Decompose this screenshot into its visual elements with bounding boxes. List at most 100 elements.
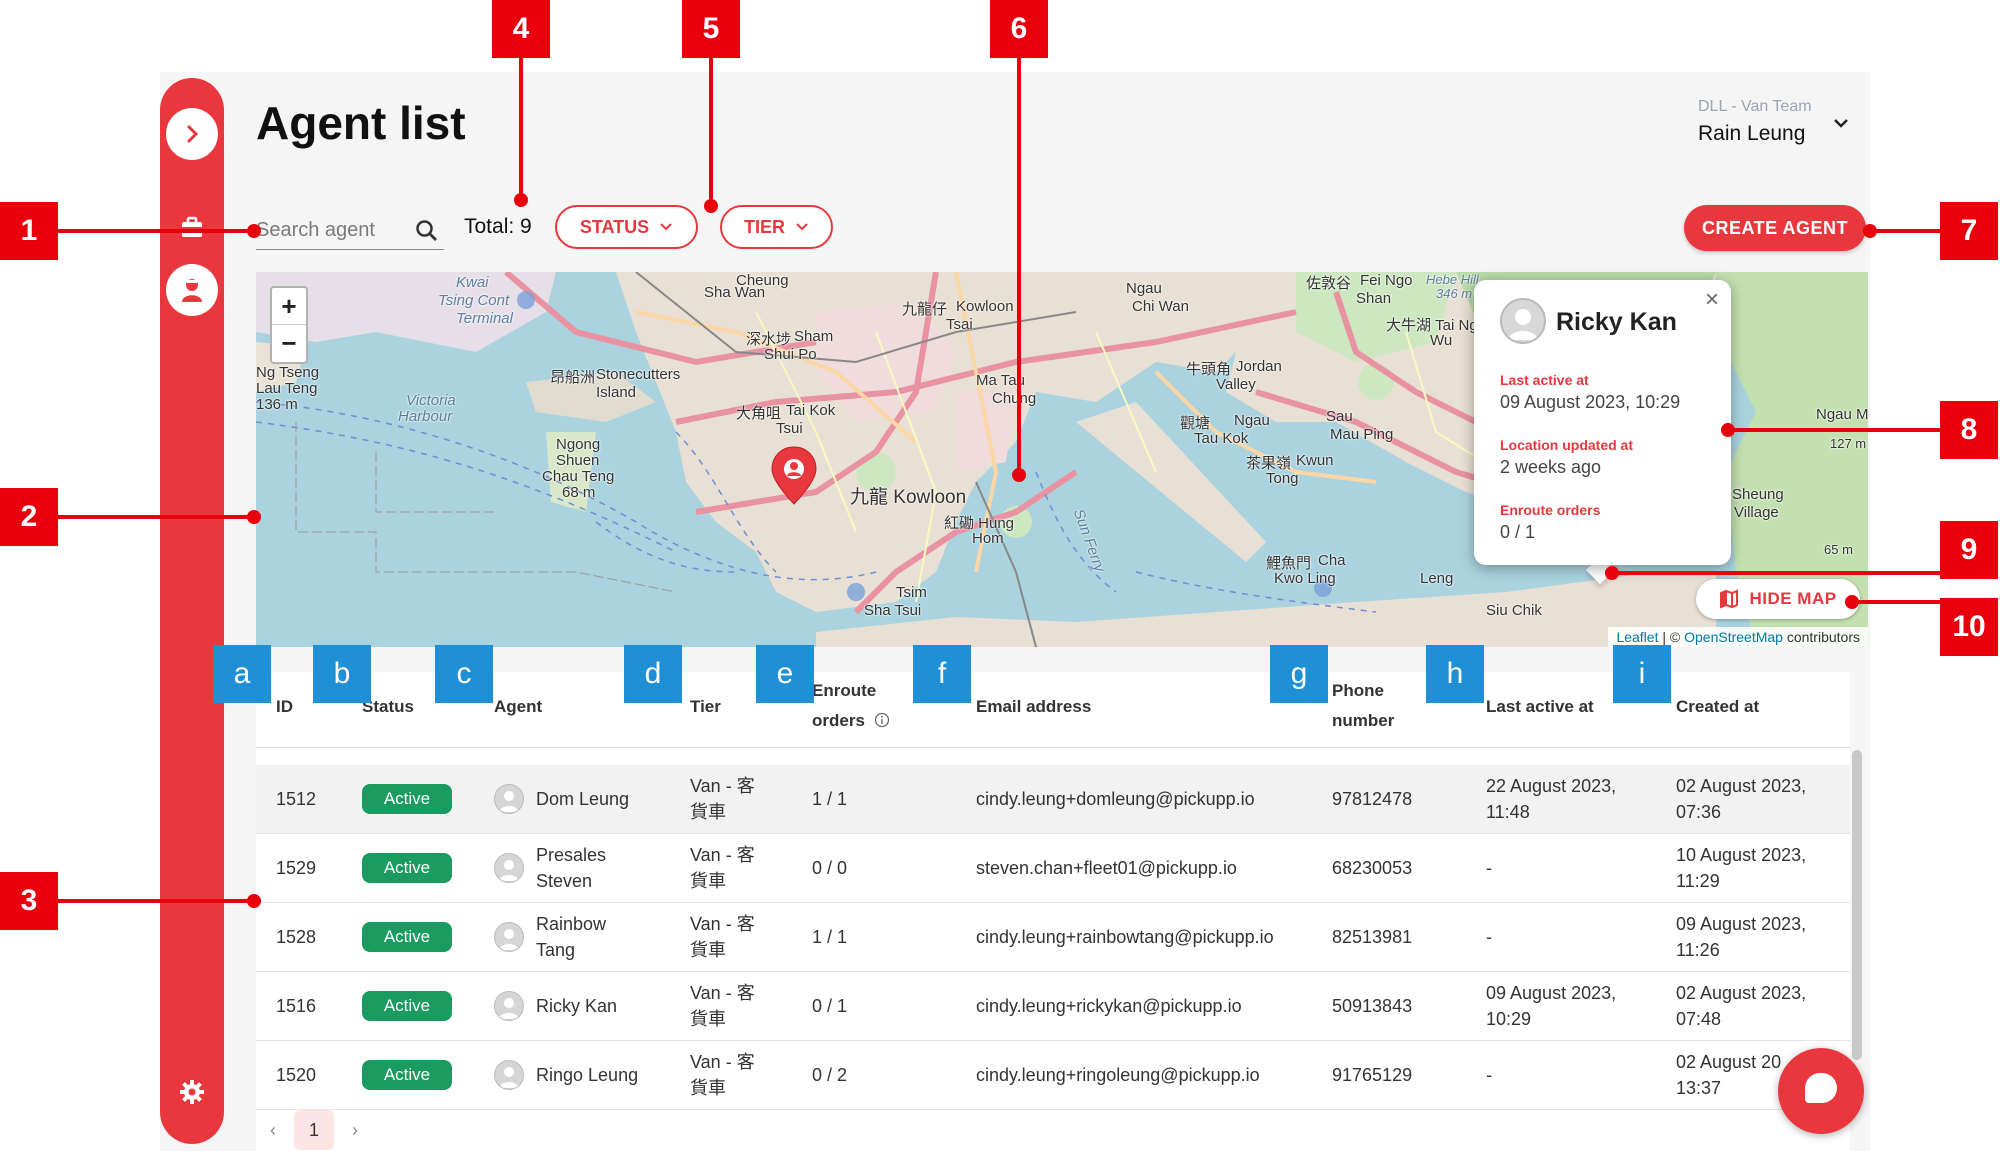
prev-page-button[interactable]: ‹ <box>270 1120 276 1141</box>
close-icon[interactable]: × <box>1705 286 1719 314</box>
column-header-created[interactable]: Created at <box>1676 692 1759 722</box>
cell-created: 10 August 2023, 11:29 <box>1676 842 1806 894</box>
attribution-tail: contributors <box>1782 629 1860 645</box>
leaflet-link[interactable]: Leaflet <box>1616 629 1658 645</box>
created-line: 10 August 2023, <box>1676 845 1807 865</box>
map-label: 大角咀 <box>736 405 782 422</box>
table-row[interactable]: 1529 Active Presales Steven Van - 客貨車 0 / 0 st… <box>256 834 1850 903</box>
popup-enroute-label: Enroute orders <box>1500 502 1601 518</box>
agent-name-line: Steven <box>536 871 593 891</box>
map-label: Wu <box>1430 332 1453 349</box>
cell-id: 1528 <box>276 927 317 947</box>
cell-agent[interactable]: Rainbow Tang <box>536 911 606 963</box>
cell-enroute: 0 / 1 <box>812 996 848 1016</box>
total-count: Total: 9 <box>464 215 532 238</box>
popup-location-label: Location updated at <box>1500 437 1633 453</box>
zoom-out-button[interactable]: − <box>272 325 306 362</box>
avatar <box>494 922 524 952</box>
cell-agent[interactable]: Ricky Kan <box>536 993 617 1019</box>
next-page-button[interactable]: › <box>352 1120 358 1141</box>
cell-agent[interactable]: Ringo Leung <box>536 1062 638 1088</box>
tier-line: 貨車 <box>690 940 726 960</box>
page-number[interactable]: 1 <box>294 1110 334 1150</box>
cell-id: 1516 <box>276 996 317 1016</box>
search-icon[interactable] <box>414 218 440 244</box>
chevron-down-icon[interactable] <box>1830 112 1852 134</box>
map-label: Tsui <box>776 420 803 437</box>
map-label: 昂船洲 <box>550 369 596 386</box>
map-zoom-control: + − <box>270 286 308 364</box>
hide-map-button[interactable]: HIDE MAP <box>1696 579 1860 619</box>
attribution-separator: | © <box>1658 629 1685 645</box>
column-header-email[interactable]: Email address <box>976 692 1091 722</box>
sidebar-expand-button[interactable] <box>166 108 218 160</box>
info-icon[interactable] <box>874 712 890 728</box>
cell-phone: 82513981 <box>1332 927 1413 947</box>
column-header-enroute-line2: orders <box>812 706 890 736</box>
column-header-tier[interactable]: Tier <box>690 692 721 722</box>
cell-agent[interactable]: Presales Steven <box>536 842 606 894</box>
cell-enroute: 1 / 1 <box>812 789 848 809</box>
annotation-marker: 1 <box>0 202 58 260</box>
map-label: Tsim <box>896 584 927 601</box>
tier-line: Van - 客 <box>690 914 755 934</box>
map-label: Valley <box>1216 376 1256 393</box>
avatar <box>494 853 524 883</box>
status-badge: Active <box>362 991 452 1021</box>
map-label: Tsing Cont <box>438 292 510 309</box>
chat-button[interactable] <box>1778 1048 1864 1134</box>
map-label: Shui Po <box>764 346 817 363</box>
sidebar-item-settings[interactable] <box>176 1076 208 1108</box>
status-badge: Active <box>362 922 452 952</box>
status-filter-button[interactable]: STATUS <box>555 205 698 249</box>
cell-id: 1512 <box>276 789 317 809</box>
pagination: ‹ 1 › <box>270 1110 358 1150</box>
annotation-marker: 9 <box>1940 521 1998 579</box>
popup-last-active-value: 09 August 2023, 10:29 <box>1500 392 1681 412</box>
column-header-id[interactable]: ID <box>276 692 293 722</box>
agent-name-line: Ringo Leung <box>536 1065 639 1085</box>
last-active-line: 09 August 2023, <box>1486 983 1617 1003</box>
popup-enroute-value: 0 / 1 <box>1500 522 1536 542</box>
status-badge: Active <box>362 784 452 814</box>
cell-email: cindy.leung+ringoleung@pickupp.io <box>976 1065 1260 1085</box>
table-row[interactable]: 1520 Active Ringo Leung Van - 客貨車 0 / 2 cindy… <box>256 1041 1850 1110</box>
map-label: 346 m <box>1436 286 1473 301</box>
created-line: 07:36 <box>1676 802 1722 822</box>
sidebar-item-orders[interactable] <box>176 212 208 244</box>
tier-filter-button[interactable]: TIER <box>720 205 833 249</box>
sidebar-item-agents[interactable] <box>166 264 218 316</box>
column-header-last-active[interactable]: Last active at <box>1486 692 1594 722</box>
popup-last-active-label: Last active at <box>1500 372 1589 388</box>
cell-tier: Van - 客貨車 <box>690 980 755 1032</box>
last-active-line: - <box>1486 1065 1492 1085</box>
cell-agent[interactable]: Dom Leung <box>536 786 629 812</box>
create-agent-button[interactable]: CREATE AGENT <box>1684 205 1866 251</box>
zoom-in-button[interactable]: + <box>272 288 306 325</box>
osm-link[interactable]: OpenStreetMap <box>1684 629 1783 645</box>
cell-tier: Van - 客貨車 <box>690 773 755 825</box>
cell-created: 02 August 20 13:37 <box>1676 1049 1781 1101</box>
chat-icon <box>1805 1073 1837 1103</box>
table-scrollbar[interactable] <box>1852 750 1862 1060</box>
column-header-agent[interactable]: Agent <box>494 692 542 722</box>
column-header-phone[interactable]: Phone <box>1332 676 1384 706</box>
cell-phone: 68230053 <box>1332 858 1413 878</box>
gear-icon <box>180 1080 204 1104</box>
cell-created: 02 August 2023, 07:48 <box>1676 980 1806 1032</box>
user-name[interactable]: Rain Leung <box>1698 122 1805 146</box>
table-row[interactable]: 1528 Active Rainbow Tang Van - 客貨車 1 / 1 cindy… <box>256 903 1850 972</box>
map-label: Hebe Hill <box>1426 272 1479 287</box>
column-header-enroute[interactable]: Enroute <box>812 676 876 706</box>
annotation-marker: g <box>1270 645 1328 703</box>
map-label: 136 m <box>256 396 298 413</box>
table-row[interactable]: 1516 Active Ricky Kan Van - 客貨車 0 / 1 cindy.l… <box>256 972 1850 1041</box>
map-label: 九龍仔 <box>902 301 948 318</box>
hide-map-label: HIDE MAP <box>1749 589 1837 608</box>
table-row[interactable]: 1512 Active Dom Leung Van - 客貨車 1 / 1 cindy.l… <box>256 765 1850 834</box>
tier-line: Van - 客 <box>690 845 755 865</box>
search-input[interactable] <box>256 214 406 246</box>
map-label: Sham <box>794 328 834 345</box>
map-label: Chung <box>992 390 1037 407</box>
cell-email: cindy.leung+domleung@pickupp.io <box>976 789 1255 809</box>
